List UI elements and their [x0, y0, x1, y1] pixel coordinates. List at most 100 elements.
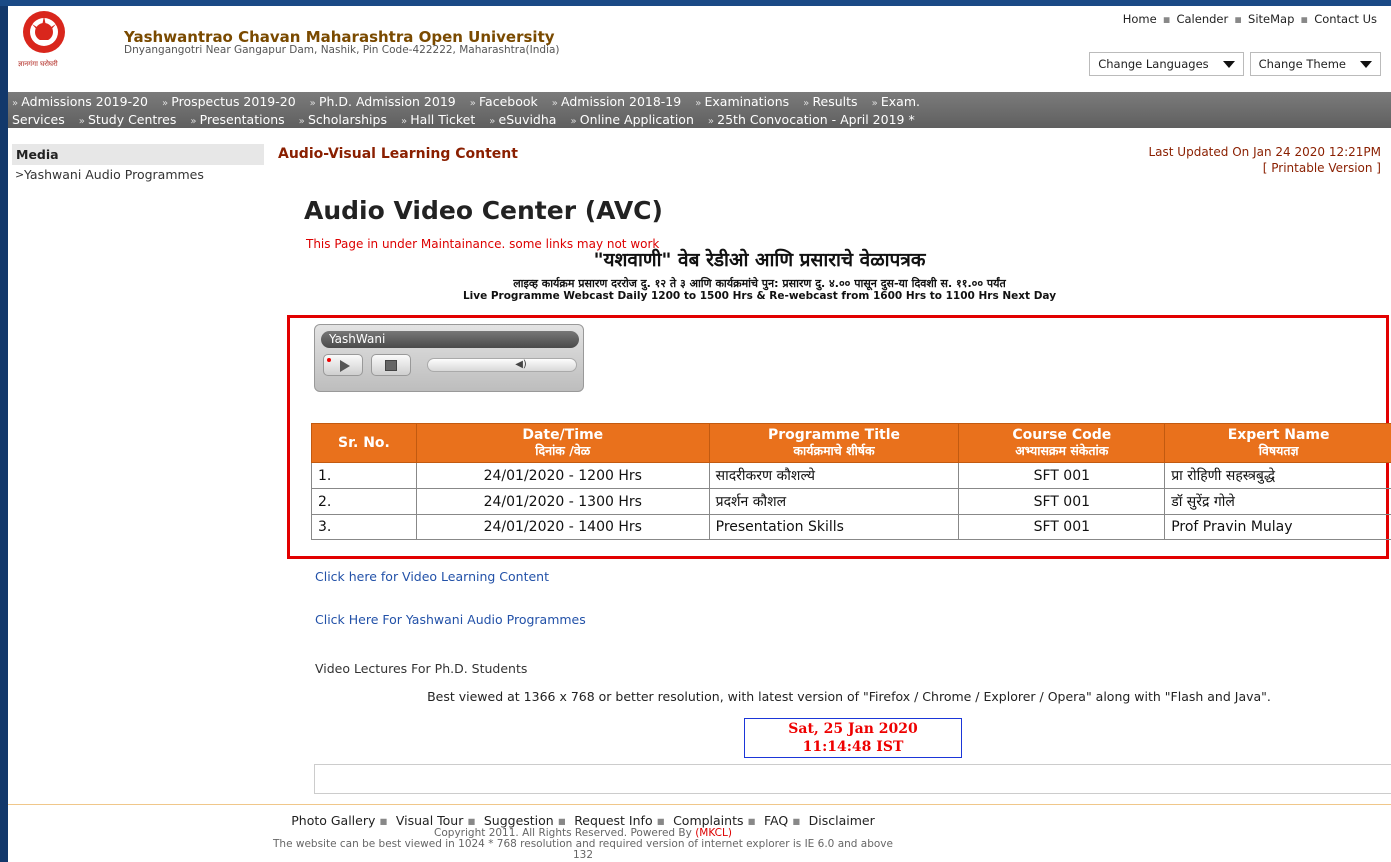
- cell-sr-no: 3.: [311, 514, 417, 540]
- sidebar-heading: Media: [12, 144, 264, 165]
- clock-box: Sat, 25 Jan 2020 11:14:48 IST: [744, 718, 962, 758]
- cell-programme-title: Presentation Skills: [708, 514, 960, 540]
- main-nav: Admissions 2019-20 Prospectus 2019-20 Ph…: [8, 92, 1391, 128]
- cell-date-time: 24/01/2020 - 1300 Hrs: [415, 488, 710, 515]
- chevron-down-icon: [1360, 60, 1372, 68]
- cell-date-time: 24/01/2020 - 1400 Hrs: [415, 514, 710, 540]
- sidebar-item-yashwani-audio[interactable]: Yashwani Audio Programmes: [12, 165, 264, 184]
- marathi-title: "यशवाणी" वेब रेडीओ आणि प्रसाराचे वेळापत्…: [593, 249, 926, 271]
- nav-item[interactable]: Ph.D. Admission 2019: [310, 94, 456, 109]
- nav-item[interactable]: eSuvidha: [489, 112, 556, 127]
- top-link-sitemap[interactable]: SiteMap: [1248, 12, 1294, 26]
- footer-copyright: Copyright 2011. All Rights Reserved. Pow…: [8, 828, 1158, 861]
- section-title: Audio-Visual Learning Content: [278, 146, 518, 162]
- university-address: Dnyangangotri Near Gangapur Dam, Nashik,…: [124, 44, 560, 56]
- separator: ▪: [1162, 12, 1171, 26]
- cell-programme-title: प्रदर्शन कौशल: [708, 488, 960, 515]
- chevron-down-icon: [1222, 60, 1235, 68]
- marathi-subtitle: लाइव्ह कार्यक्रम प्रसारण दररोज दु. १२ ते…: [513, 277, 1006, 290]
- separator: ▪: [1234, 12, 1243, 26]
- cell-expert-name: Prof Pravin Mulay: [1164, 514, 1391, 540]
- schedule-table: Sr. No. Date/Time दिनांक /वेळ Programme T…: [311, 423, 1391, 540]
- cell-programme-title: सादरीकरण कौशल्ये: [708, 462, 960, 489]
- table-header-row: Sr. No. Date/Time दिनांक /वेळ Programme T…: [311, 423, 1391, 463]
- play-icon: [340, 360, 350, 372]
- nav-item[interactable]: Admissions 2019-20: [12, 94, 148, 109]
- sidebar: Media Yashwani Audio Programmes: [12, 144, 264, 184]
- nav-item[interactable]: Examinations: [695, 94, 789, 109]
- nav-item[interactable]: Scholarships: [299, 112, 387, 127]
- nav-item[interactable]: Exam.: [872, 94, 920, 109]
- nav-item[interactable]: Facebook: [470, 94, 538, 109]
- footer-divider: [8, 804, 1391, 805]
- separator: ▪: [1300, 12, 1309, 26]
- footer-link-faq[interactable]: FAQ: [764, 813, 788, 828]
- table-row: 3. 24/01/2020 - 1400 Hrs Presentation Sk…: [311, 514, 1391, 540]
- header-programme-title: Programme Title कार्यक्रमाचे शीर्षक: [708, 423, 960, 463]
- footer-link-disclaimer[interactable]: Disclaimer: [809, 813, 875, 828]
- nav-item[interactable]: Hall Ticket: [401, 112, 475, 127]
- english-subtitle: Live Programme Webcast Daily 1200 to 150…: [462, 290, 1057, 302]
- footer-link-visual-tour[interactable]: Visual Tour: [396, 813, 464, 828]
- cell-course-code: SFT 001: [958, 514, 1166, 540]
- yashwani-audio-link[interactable]: Click Here For Yashwani Audio Programmes: [315, 612, 586, 627]
- audio-player: YashWani ◀): [314, 324, 584, 392]
- change-theme-label: Change Theme: [1258, 57, 1346, 71]
- top-link-contact[interactable]: Contact Us: [1314, 12, 1377, 26]
- change-languages-select[interactable]: Change Languages: [1089, 52, 1244, 76]
- header-expert-name: Expert Name विषयतज्ञ: [1164, 423, 1391, 463]
- clock-time: 11:14:48 IST: [802, 739, 904, 755]
- volume-slider[interactable]: ◀): [427, 358, 577, 372]
- nav-item[interactable]: Admission 2018-19: [552, 94, 681, 109]
- best-viewed-note: Best viewed at 1366 x 768 or better reso…: [427, 689, 1271, 704]
- page: ज्ञानगंगा घरोघरी Yashwantrao Chavan Maha…: [8, 6, 1391, 862]
- footer-link-request-info[interactable]: Request Info: [574, 813, 652, 828]
- top-link-home[interactable]: Home: [1123, 12, 1157, 26]
- university-logo-icon[interactable]: [22, 10, 66, 58]
- nav-item[interactable]: Prospectus 2019-20: [162, 94, 296, 109]
- visitor-counter: 132: [572, 849, 594, 861]
- empty-panel: [314, 764, 1391, 794]
- site-header: ज्ञानगंगा घरोघरी Yashwantrao Chavan Maha…: [8, 6, 1391, 90]
- cell-expert-name: डॉ सुरेंद्र गोले: [1164, 488, 1391, 515]
- top-link-calender[interactable]: Calender: [1176, 12, 1228, 26]
- nav-item[interactable]: Results: [803, 94, 857, 109]
- cell-expert-name: प्रा रोहिणी सहस्त्रबुद्धे: [1164, 462, 1391, 489]
- player-title: YashWani: [321, 331, 579, 348]
- header-selects: Change Languages Change Theme: [1089, 52, 1381, 76]
- cell-sr-no: 1.: [311, 462, 417, 489]
- clock-date: Sat, 25 Jan 2020: [788, 721, 918, 737]
- footer-link-suggestion[interactable]: Suggestion: [484, 813, 554, 828]
- footer-link-photo-gallery[interactable]: Photo Gallery: [291, 813, 375, 828]
- header-date-time: Date/Time दिनांक /वेळ: [415, 423, 710, 463]
- cell-date-time: 24/01/2020 - 1200 Hrs: [415, 462, 710, 489]
- nav-item[interactable]: Presentations: [190, 112, 284, 127]
- page-title: Audio Video Center (AVC): [304, 196, 663, 225]
- play-button[interactable]: [323, 354, 363, 376]
- phd-video-lectures-text: Video Lectures For Ph.D. Students: [315, 661, 528, 676]
- last-updated-text: Last Updated On Jan 24 2020 12:21PM: [1148, 145, 1382, 159]
- speaker-icon[interactable]: ◀): [512, 360, 530, 370]
- logo-caption: ज्ञानगंगा घरोघरी: [18, 60, 58, 68]
- table-row: 2. 24/01/2020 - 1300 Hrs प्रदर्शन कौशल S…: [311, 488, 1391, 515]
- header-course-code: Course Code अभ्यासक्रम संकेतांक: [958, 423, 1166, 463]
- top-links: Home ▪ Calender ▪ SiteMap ▪ Contact Us: [1123, 12, 1377, 26]
- footer-links: Photo Gallery ▪ Visual Tour ▪ Suggestion ▪ …: [291, 813, 875, 828]
- nav-item[interactable]: Study Centres: [79, 112, 177, 127]
- cell-course-code: SFT 001: [958, 488, 1166, 515]
- nav-item[interactable]: 25th Convocation - April 2019 *: [708, 112, 915, 127]
- cell-course-code: SFT 001: [958, 462, 1166, 489]
- stop-icon: [385, 360, 397, 371]
- video-learning-link[interactable]: Click here for Video Learning Content: [315, 569, 549, 584]
- stop-button[interactable]: [371, 354, 411, 376]
- table-row: 1. 24/01/2020 - 1200 Hrs सादरीकरण कौशल्य…: [311, 462, 1391, 489]
- nav-item[interactable]: Services: [12, 112, 65, 127]
- nav-item[interactable]: Online Application: [570, 112, 693, 127]
- printable-version-link[interactable]: [ Printable Version ]: [1149, 160, 1381, 176]
- footer-link-complaints[interactable]: Complaints: [673, 813, 743, 828]
- cell-sr-no: 2.: [311, 488, 417, 515]
- change-theme-select[interactable]: Change Theme: [1249, 52, 1381, 76]
- record-indicator-icon: [327, 358, 331, 362]
- change-languages-label: Change Languages: [1098, 57, 1209, 71]
- last-updated: Last Updated On Jan 24 2020 12:21PM [ Pr…: [1149, 144, 1382, 176]
